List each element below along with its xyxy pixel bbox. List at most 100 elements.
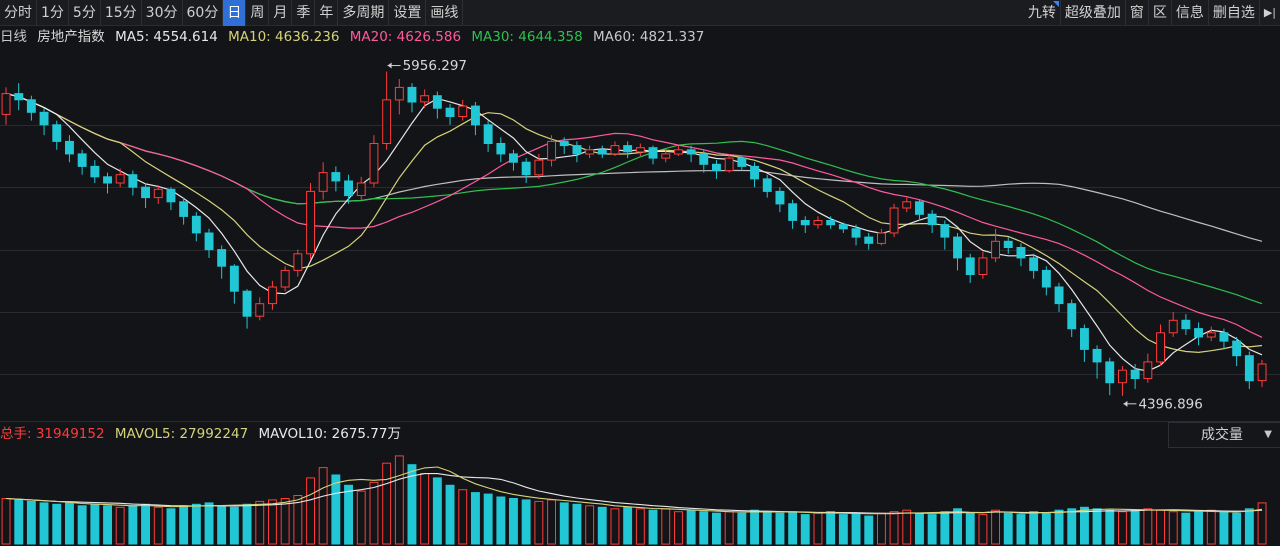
tab-period-2[interactable]: 5分 [69,0,101,26]
period-label: 日线 [0,29,27,45]
high-marker-arrow [387,62,392,69]
volume-bar-65 [826,511,836,545]
ma60-label: MA60: 4821.337 [593,29,705,45]
volume-bar-59 [750,509,759,545]
volume-bar-93 [1181,512,1191,545]
volume-bar-49 [623,506,633,545]
volume-bar-56 [712,512,721,545]
candle-body-22 [280,269,290,288]
candle-body-61 [775,190,785,205]
tab-period-12[interactable]: 设置 [389,0,427,26]
candle-body-35 [445,107,455,118]
candle-body-94 [1194,328,1203,338]
candle-body-13 [166,188,176,203]
volume-bar-57 [724,511,734,545]
volume-bar-98 [1244,508,1254,545]
volume-bar-14 [179,505,189,545]
low-marker-label: 4396.896 [1138,396,1202,412]
volume-bar-54 [686,509,696,545]
tab-period-10[interactable]: 年 [315,0,339,26]
volume-bar-27 [344,484,354,545]
index-name: 房地产指数 [37,29,105,45]
candle-body-85 [1080,328,1089,350]
volume-bar-24 [306,477,316,545]
candle-body-42 [534,159,544,176]
volume-bar-4 [52,503,62,545]
candle-body-56 [712,163,721,172]
tab-period-1[interactable]: 1分 [37,0,69,26]
volume-bar-82 [1041,512,1051,545]
toolbar-item-2[interactable]: 窗 [1126,0,1149,26]
candlestick-chart[interactable]: 5956.297 4396.896 [0,48,1280,420]
candle-body-92 [1168,319,1178,334]
candle-body-12 [153,188,163,199]
candle-body-48 [610,145,620,155]
volume-bar-68 [864,515,874,545]
volume-bar-35 [445,484,455,545]
volume-bar-15 [191,503,201,545]
collapse-right-icon[interactable]: ▶| [1260,0,1280,26]
toolbar-item-1[interactable]: 超级叠加 [1061,0,1126,26]
volume-bar-53 [674,511,683,545]
volume-bar-88 [1118,511,1127,545]
candle-body-57 [724,157,734,172]
candle-body-19 [242,290,252,317]
volume-bar-39 [496,496,506,545]
volume-bar-58 [737,512,747,545]
indicator-select[interactable]: 成交量 ▼ [1168,422,1280,448]
tab-period-8[interactable]: 月 [269,0,293,26]
volume-bar-30 [382,462,392,545]
volume-bar-5 [65,502,74,545]
candle-body-20 [255,303,265,317]
volume-bar-37 [471,492,480,545]
candle-body-51 [648,147,658,159]
candle-body-90 [1143,361,1153,379]
tab-period-3[interactable]: 15分 [101,0,142,26]
high-marker-label: 5956.297 [403,58,467,74]
toolbar-item-5[interactable]: 删自选 [1209,0,1260,26]
candle-body-18 [229,265,239,292]
tab-period-7[interactable]: 周 [246,0,270,26]
volume-bar-87 [1105,509,1115,545]
candle-body-25 [318,172,328,192]
candle-body-67 [851,228,861,238]
volume-bar-9 [115,506,125,545]
tab-period-0[interactable]: 分时 [0,0,37,26]
volume-bar-92 [1168,511,1178,545]
mavol5-label: MAVOL5: 27992247 [114,426,249,442]
candle-body-26 [331,172,341,182]
indicator-select-label: 成交量 [1201,427,1243,443]
volume-chart[interactable] [0,446,1280,546]
volume-bar-3 [39,502,49,545]
tab-period-5[interactable]: 60分 [183,0,224,26]
toolbar-item-0[interactable]: 九转 [1024,0,1061,26]
candle-body-16 [204,232,214,251]
toolbar-item-4[interactable]: 信息 [1172,0,1209,26]
candle-body-80 [1016,247,1026,259]
tab-period-9[interactable]: 季 [292,0,316,26]
volume-bar-26 [331,474,341,545]
tab-period-4[interactable]: 30分 [142,0,183,26]
toolbar-item-3[interactable]: 区 [1149,0,1172,26]
volume-bar-25 [318,467,328,545]
volume-bar-40 [509,498,518,545]
volume-bar-69 [877,512,886,545]
volume-bar-52 [661,508,671,545]
candle-body-34 [432,95,442,109]
tab-period-11[interactable]: 多周期 [338,0,390,26]
candle-body-39 [496,143,506,155]
volume-bar-50 [635,508,645,545]
candle-body-10 [128,174,138,188]
candle-body-78 [991,240,1000,259]
candle-body-15 [191,215,201,234]
tab-period-13[interactable]: 画线 [426,0,464,26]
tab-period-6[interactable]: 日 [223,0,247,26]
mavol10-label: MAVOL10: 2675.77万 [258,426,401,442]
candle-body-71 [902,201,912,209]
volume-bar-73 [927,514,937,545]
volume-bar-79 [1003,512,1013,545]
candle-body-52 [661,153,671,159]
volume-bar-85 [1080,506,1089,545]
candle-body-64 [813,220,823,226]
volume-bar-60 [762,511,772,545]
